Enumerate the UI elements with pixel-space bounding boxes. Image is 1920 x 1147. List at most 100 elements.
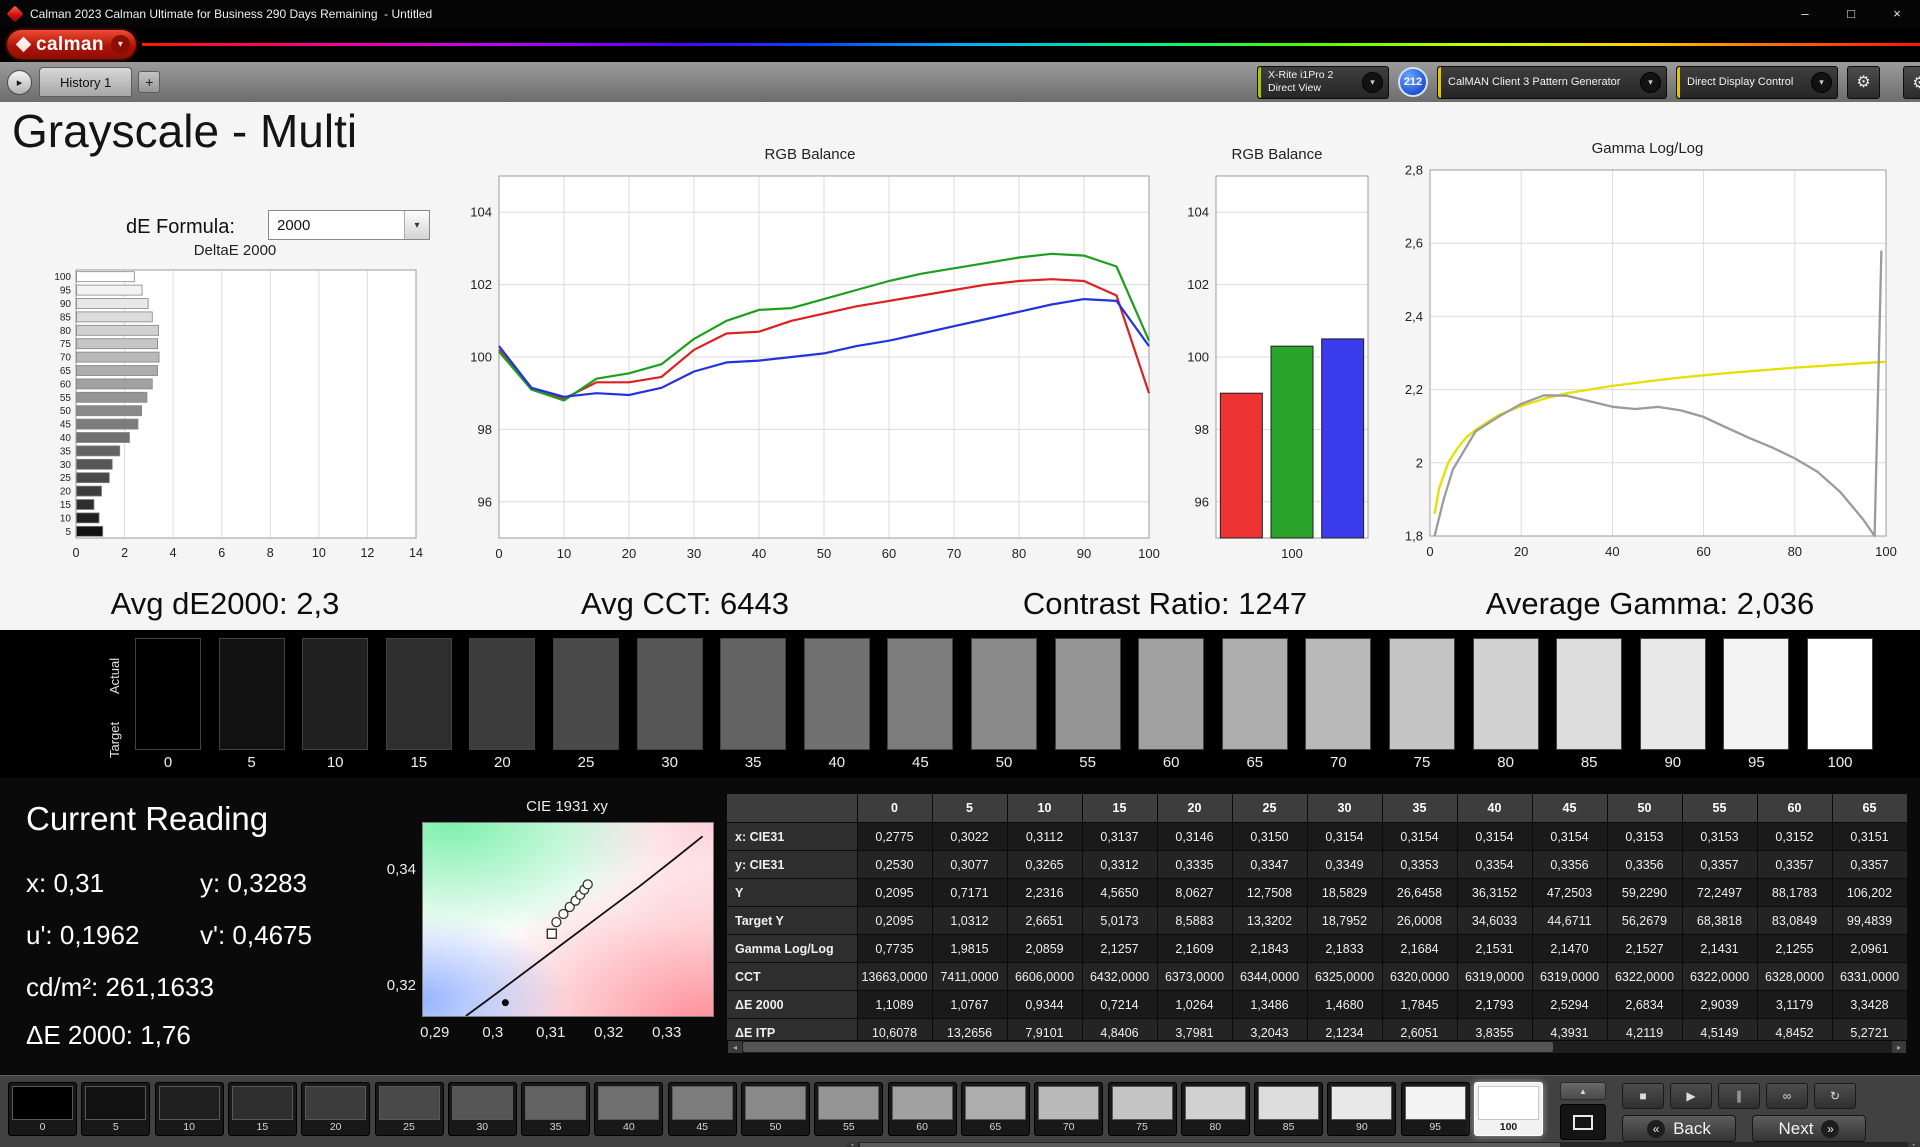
meter-caret-icon[interactable]: ▾ (1362, 71, 1383, 93)
patch-scroll-left-icon[interactable]: ◂ (846, 1142, 858, 1147)
swatch-level-label: 80 (1497, 754, 1514, 771)
next-button[interactable]: Next » (1752, 1115, 1866, 1142)
svg-text:70: 70 (60, 353, 72, 364)
loop-button[interactable]: ∞ (1766, 1083, 1808, 1109)
table-cell: 2,9039 (1682, 990, 1758, 1019)
table-scroll-right-icon[interactable]: ▸ (1892, 1041, 1906, 1053)
table-column-header: 20 (1157, 794, 1233, 823)
patch-button-65[interactable]: 65 (960, 1082, 1030, 1136)
patch-button-50[interactable]: 50 (741, 1082, 810, 1136)
patch-button-5[interactable]: 5 (81, 1082, 151, 1136)
reading-x: x: 0,31 (26, 868, 105, 898)
table-column-header: 40 (1457, 794, 1533, 823)
patch-button-75[interactable]: 75 (1107, 1082, 1177, 1136)
table-cell: 0,2095 (857, 878, 933, 907)
table-scroll-left-icon[interactable]: ◂ (728, 1041, 742, 1053)
patch-button-40[interactable]: 40 (594, 1082, 664, 1136)
patch-button-90[interactable]: 90 (1327, 1082, 1397, 1136)
patch-panel-chevron-up-icon[interactable]: ▲ (1560, 1082, 1606, 1100)
patch-button-0[interactable]: 0 (8, 1082, 77, 1136)
svg-text:80: 80 (60, 326, 72, 337)
pattern-generator-caret-icon[interactable]: ▾ (1640, 71, 1661, 93)
patch-button-10[interactable]: 10 (154, 1082, 224, 1136)
close-button[interactable]: × (1874, 0, 1920, 27)
refresh-button[interactable]: ↻ (1814, 1083, 1856, 1109)
stop-button[interactable]: ■ (1622, 1083, 1664, 1109)
cie-chart-title: CIE 1931 xy (526, 798, 608, 815)
table-cell: 0,9344 (1007, 990, 1083, 1019)
patch-button-100[interactable]: 100 (1474, 1082, 1543, 1136)
table-cell: 68,3818 (1682, 906, 1758, 935)
settings-gear-icon[interactable]: ⚙ (1847, 65, 1880, 99)
tab-scroll-icon[interactable]: ▸ (7, 69, 32, 95)
grayscale-swatch-25 (553, 638, 619, 750)
play-button[interactable]: ▶ (1670, 1083, 1712, 1109)
calman-menu-caret-icon[interactable]: ▾ (110, 35, 130, 54)
meter-name: X-Rite i1Pro 2 (1268, 69, 1334, 82)
grayscale-swatch-90 (1639, 638, 1706, 750)
pattern-window-button[interactable] (1560, 1104, 1606, 1140)
patch-button-20[interactable]: 20 (301, 1082, 371, 1136)
calman-app-window: Calman 2023 Calman Ultimate for Business… (0, 0, 1920, 1147)
patch-level-label: 10 (183, 1121, 195, 1133)
table-row: y: CIE31 0,2530 0,3077 0,3265 0,3312 0,3335 0,… (727, 850, 1908, 879)
patch-button-35[interactable]: 35 (521, 1082, 591, 1136)
patch-bar-scrollbar[interactable]: ◂ ▸ (846, 1142, 1920, 1147)
table-scrollbar-thumb[interactable] (743, 1042, 1553, 1052)
svg-text:5: 5 (65, 527, 71, 538)
patch-scrollbar-thumb[interactable] (860, 1143, 1560, 1147)
grayscale-swatch-10 (302, 638, 369, 750)
swatch-level-label: 0 (163, 754, 173, 771)
add-tab-button[interactable]: + (138, 71, 161, 93)
patch-button-85[interactable]: 85 (1254, 1082, 1324, 1136)
svg-text:102: 102 (1187, 277, 1209, 292)
table-cell: 0,3154 (1457, 822, 1533, 851)
svg-text:2,4: 2,4 (1405, 309, 1423, 324)
meter-dropdown[interactable]: X-Rite i1Pro 2 Direct View ▾ (1257, 65, 1389, 99)
patch-color-70 (1038, 1086, 1100, 1120)
svg-text:98: 98 (1195, 422, 1209, 437)
swatch-level-label: 5 (247, 754, 256, 771)
table-row-label: y: CIE31 (727, 850, 858, 879)
patch-button-45[interactable]: 45 (667, 1082, 737, 1136)
tab-history-1[interactable]: History 1 (39, 67, 133, 97)
patch-level-label: 15 (256, 1121, 269, 1133)
patch-color-10 (158, 1086, 220, 1120)
patch-button-95[interactable]: 95 (1400, 1082, 1470, 1136)
de-formula-caret-icon[interactable]: ▾ (404, 211, 429, 239)
patch-button-15[interactable]: 15 (227, 1082, 297, 1136)
patch-button-80[interactable]: 80 (1180, 1082, 1250, 1136)
patch-button-60[interactable]: 60 (887, 1082, 957, 1136)
rgb-balance-line-plot: 0 10 20 30 40 50 60 70 80 90 100 96 98 100 102 104 (470, 175, 1160, 561)
patch-button-30[interactable]: 30 (447, 1082, 517, 1136)
table-cell: 5,0173 (1082, 906, 1158, 935)
display-control-dropdown[interactable]: Direct Display Control ▾ (1676, 65, 1838, 99)
cie-1931-chart (422, 822, 714, 1017)
table-cell: 3,3428 (1832, 990, 1908, 1019)
table-cell: 1,0264 (1157, 990, 1233, 1019)
maximize-button[interactable]: □ (1828, 0, 1874, 27)
table-cell: 88,1783 (1757, 878, 1833, 907)
cie-x-tick-label: 0,33 (652, 1024, 682, 1041)
extra-settings-gear-icon[interactable]: ⚙ (1903, 66, 1920, 99)
patch-button-70[interactable]: 70 (1034, 1082, 1104, 1136)
table-cell: 3,1179 (1757, 990, 1833, 1019)
table-horizontal-scrollbar[interactable]: ◂ ▸ (727, 1040, 1907, 1054)
table-cell: 0,3356 (1607, 850, 1683, 879)
svg-text:4: 4 (170, 546, 177, 560)
pattern-generator-dropdown[interactable]: CalMAN Client 3 Pattern Generator ▾ (1437, 65, 1667, 99)
back-button[interactable]: « Back (1622, 1115, 1736, 1142)
display-control-caret-icon[interactable]: ▾ (1811, 71, 1832, 93)
patch-button-25[interactable]: 25 (374, 1082, 444, 1136)
rgb-balance-bar-plot: 96 98 100 102 104 100 (1187, 175, 1369, 561)
patch-scroll-right-icon[interactable]: ▸ (1908, 1142, 1920, 1147)
pause-button[interactable]: ∥ (1718, 1083, 1760, 1109)
patch-button-55[interactable]: 55 (814, 1082, 884, 1136)
table-column-header: 45 (1532, 794, 1608, 823)
calman-menu-button[interactable]: calman ▾ (7, 30, 136, 59)
minimize-button[interactable]: – (1782, 0, 1828, 27)
avg-cct-readout: Avg CCT: 6443 (581, 586, 789, 621)
de-formula-select[interactable]: 2000 ▾ (268, 210, 430, 240)
table-cell: 6322,0000 (1607, 962, 1683, 991)
patch-color-40 (598, 1086, 660, 1120)
